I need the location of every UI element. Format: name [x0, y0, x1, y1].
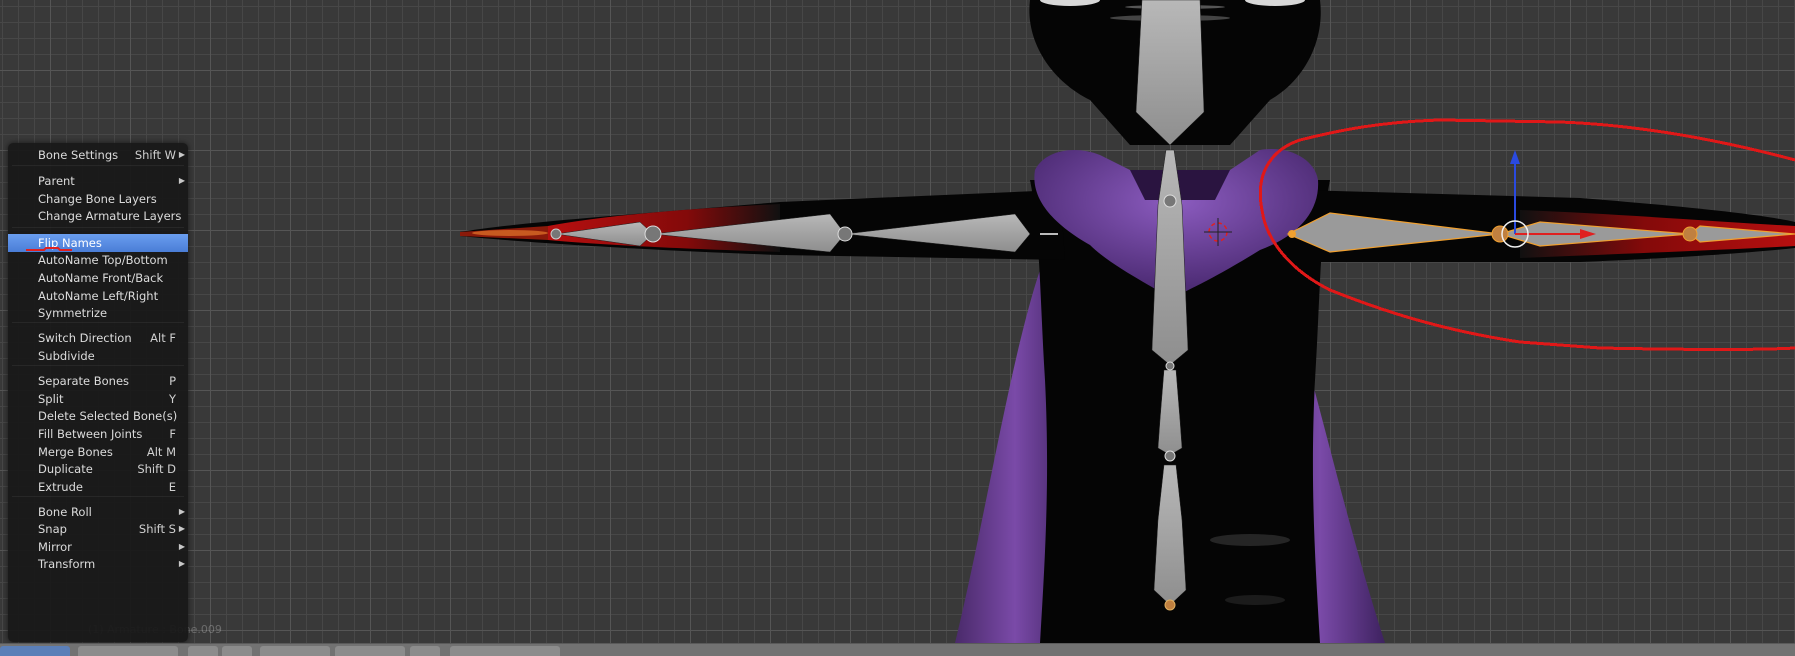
- armature-specials-menu[interactable]: Bone Settings Shift W ▶ Parent ▶ Change Bone …: [8, 143, 188, 642]
- menu-item-label: Subdivide: [38, 349, 95, 363]
- menu-item-label: Bone Settings: [38, 148, 119, 162]
- triangle-right-icon: ▶: [178, 176, 185, 185]
- menu-item-label: Mirror: [38, 540, 72, 554]
- menu-item-label: Switch Direction: [38, 331, 132, 345]
- menu-item-autoname-top-bottom[interactable]: AutoName Top/Bottom: [8, 251, 188, 269]
- menu-item-label: Symmetrize: [38, 306, 108, 320]
- menu-item-switch-direction[interactable]: Switch Direction Alt F: [8, 329, 188, 347]
- menu-separator: [12, 365, 184, 366]
- menu-item-parent[interactable]: Parent ▶: [8, 172, 188, 190]
- menu-item-shortcut: Alt M: [146, 445, 176, 459]
- menu-item-autoname-left-right[interactable]: AutoName Left/Right: [8, 287, 188, 305]
- menu-item-shortcut: F: [169, 427, 176, 441]
- menu-item-change-armature-layers[interactable]: Change Armature Layers: [8, 207, 188, 225]
- menu-item-separate-bones[interactable]: Separate Bones P: [8, 372, 188, 390]
- triangle-right-icon: ▶: [178, 542, 185, 551]
- menu-item-merge-bones[interactable]: Merge Bones Alt M: [8, 443, 188, 461]
- menu-item-transform[interactable]: Transform ▶: [8, 555, 188, 573]
- menu-item-label: Bone Roll: [38, 505, 92, 519]
- menu-item-symmetrize[interactable]: Symmetrize: [8, 304, 188, 322]
- menu-item-change-bone-layers[interactable]: Change Bone Layers: [8, 190, 188, 208]
- menu-item-label: Extrude: [38, 480, 83, 494]
- menu-item-label: Duplicate: [38, 462, 93, 476]
- menu-item-label: Fill Between Joints: [38, 427, 143, 441]
- menu-item-delete-selected-bone-s[interactable]: Delete Selected Bone(s): [8, 407, 188, 425]
- menu-item-label: Split: [38, 392, 64, 406]
- menu-item-autoname-front-back[interactable]: AutoName Front/Back: [8, 269, 188, 287]
- menu-item-label: Separate Bones: [38, 374, 130, 388]
- menu-item-snap[interactable]: Snap Shift S ▶: [8, 520, 188, 538]
- menu-item-bone-settings[interactable]: Bone Settings Shift W ▶: [8, 146, 188, 164]
- red-annotation-mark: [26, 247, 72, 251]
- menu-item-label: Transform: [38, 557, 96, 571]
- menu-item-shortcut: Shift W: [134, 148, 176, 162]
- menu-item-shortcut: Shift S: [138, 522, 176, 536]
- menu-item-shortcut: Shift D: [137, 462, 176, 476]
- menu-item-label: AutoName Top/Bottom: [38, 253, 168, 267]
- menu-separator: [12, 227, 184, 228]
- menu-item-label: Snap: [38, 522, 67, 536]
- scene-canvas[interactable]: [0, 0, 1795, 643]
- triangle-right-icon: ▶: [178, 507, 185, 516]
- menu-item-fill-between-joints[interactable]: Fill Between Joints F: [8, 425, 188, 443]
- menu-item-mirror[interactable]: Mirror ▶: [8, 538, 188, 556]
- menu-item-shortcut: Y: [168, 392, 176, 406]
- triangle-right-icon: ▶: [178, 524, 185, 533]
- triangle-right-icon: ▶: [178, 559, 185, 568]
- menu-item-label: Change Bone Layers: [38, 192, 157, 206]
- viewport-header-bar: [0, 643, 1795, 656]
- menu-item-label: Parent: [38, 174, 75, 188]
- menu-item-bone-roll[interactable]: Bone Roll ▶: [8, 503, 188, 521]
- menu-item-duplicate[interactable]: Duplicate Shift D: [8, 460, 188, 478]
- triangle-right-icon: ▶: [178, 150, 185, 159]
- menu-separator: [12, 496, 184, 497]
- menu-item-subdivide[interactable]: Subdivide: [8, 347, 188, 365]
- menu-item-shortcut: P: [169, 374, 176, 388]
- menu-separator: [12, 165, 184, 166]
- 3d-viewport[interactable]: (1) Armature : Bone.009: [0, 0, 1795, 643]
- menu-item-label: AutoName Front/Back: [38, 271, 164, 285]
- menu-item-label: AutoName Left/Right: [38, 289, 159, 303]
- menu-item-label: Change Armature Layers: [38, 209, 182, 223]
- menu-item-shortcut: Alt F: [150, 331, 176, 345]
- menu-separator: [12, 322, 184, 323]
- menu-item-extrude[interactable]: Extrude E: [8, 478, 188, 496]
- menu-item-split[interactable]: Split Y: [8, 390, 188, 408]
- menu-item-shortcut: E: [168, 480, 176, 494]
- menu-item-label: Delete Selected Bone(s): [38, 409, 178, 423]
- menu-item-label: Merge Bones: [38, 445, 113, 459]
